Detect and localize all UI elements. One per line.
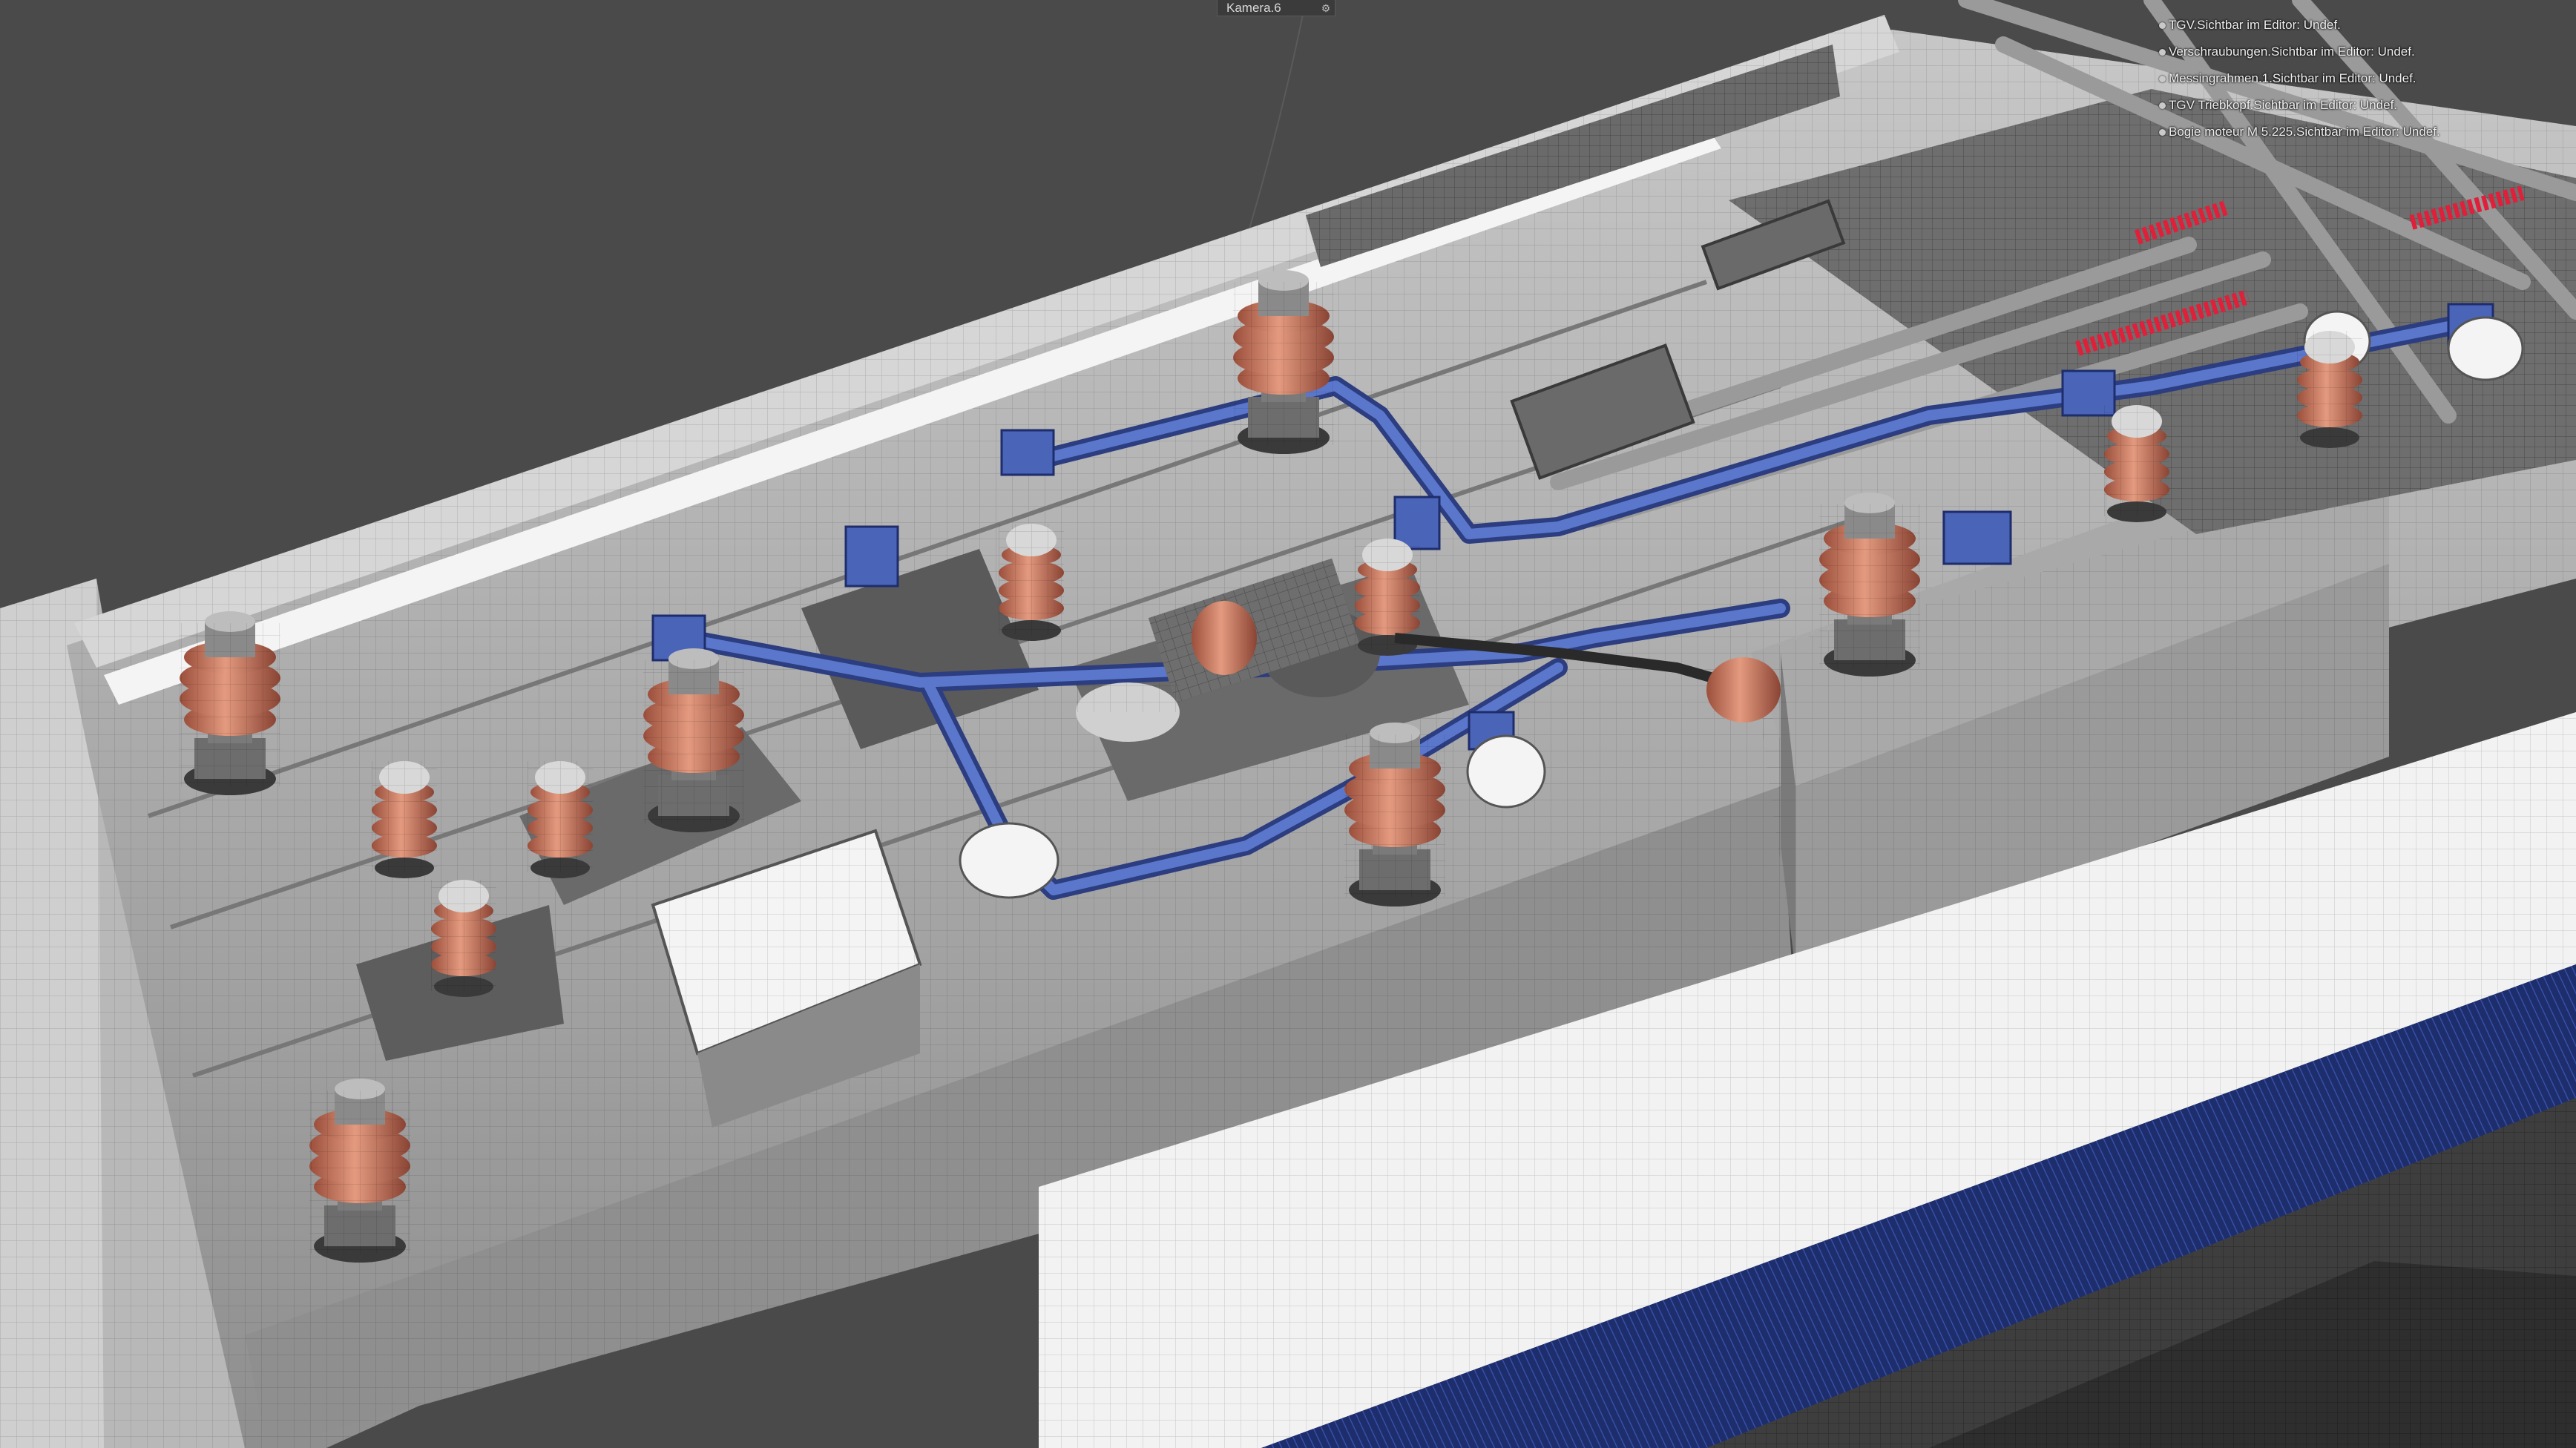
status-dot-icon [2159, 128, 2166, 136]
hud-text: Verschraubungen.Sichtbar im Editor: Unde… [2169, 45, 2415, 59]
hud-text: TGV Triebkopf.Sichtbar im Editor: Undef. [2169, 98, 2398, 112]
object-status-overlay: TGV.Sichtbar im Editor: Undef. Verschrau… [2159, 12, 2440, 145]
hud-text: TGV.Sichtbar im Editor: Undef. [2169, 18, 2341, 32]
status-dot-icon [2159, 75, 2166, 82]
status-dot-icon [2159, 48, 2166, 56]
hud-text: Messingrahmen.1.Sichtbar im Editor: Unde… [2169, 71, 2416, 85]
3d-viewport[interactable] [0, 0, 2576, 1448]
hud-line: Messingrahmen.1.Sichtbar im Editor: Unde… [2159, 65, 2440, 92]
status-dot-icon [2159, 22, 2166, 29]
camera-label[interactable]: Kamera.6 [1217, 0, 1335, 16]
hud-line: Verschraubungen.Sichtbar im Editor: Unde… [2159, 39, 2440, 65]
status-dot-icon [2159, 102, 2166, 109]
hud-text: Bogie moteur M 5.225.Sichtbar im Editor:… [2169, 125, 2440, 139]
train-roof-render [0, 0, 2576, 1448]
camera-options-icon[interactable]: ⚙ [1319, 1, 1333, 15]
camera-name: Kamera.6 [1226, 1, 1281, 15]
hud-line: TGV.Sichtbar im Editor: Undef. [2159, 12, 2440, 39]
hud-line: Bogie moteur M 5.225.Sichtbar im Editor:… [2159, 119, 2440, 145]
hud-line: TGV Triebkopf.Sichtbar im Editor: Undef. [2159, 92, 2440, 119]
